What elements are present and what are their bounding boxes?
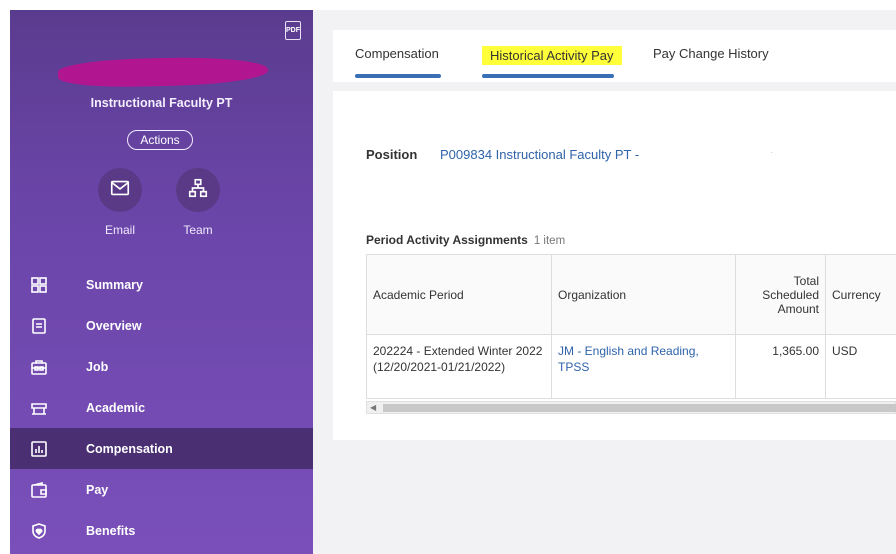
sidebar-item-overview[interactable]: Overview	[10, 305, 313, 346]
cell-organization-link[interactable]: JM - English and Reading, TPSS	[551, 334, 736, 399]
assignments-table-wrap: Academic Period Organization Total Sched…	[366, 254, 896, 414]
section-title: Period Activity Assignments 1 item	[366, 233, 565, 247]
actions-button[interactable]: Actions	[127, 130, 193, 150]
sidebar-item-label: Benefits	[86, 523, 136, 538]
sidebar-nav: Summary Overview Job Academic Compensati…	[10, 264, 313, 551]
table-header-row: Academic Period Organization Total Sched…	[366, 254, 896, 335]
scroll-left-arrow-icon[interactable]: ◀	[370, 403, 376, 412]
cell-currency: USD	[825, 334, 896, 399]
app-frame: PDF Instructional Faculty PT Actions Ema…	[10, 10, 896, 554]
assignments-table: Academic Period Organization Total Sched…	[366, 254, 896, 399]
sidebar-item-academic[interactable]: Academic	[10, 387, 313, 428]
sidebar-item-label: Job	[86, 359, 109, 374]
sidebar-item-label: Pay	[86, 482, 109, 497]
column-header[interactable]: Total Scheduled Amount	[735, 254, 826, 335]
position-link[interactable]: P009834 Instructional Faculty PT -	[440, 147, 639, 162]
horizontal-scrollbar[interactable]: ◀	[366, 401, 896, 414]
org-chart-icon	[187, 177, 209, 204]
table-row: 202224 - Extended Winter 2022 (12/20/202…	[366, 334, 896, 399]
team-label: Team	[183, 223, 213, 237]
sidebar-item-benefits[interactable]: Benefits	[10, 510, 313, 551]
tab-bar: Compensation Historical Activity Pay Pay…	[333, 30, 896, 82]
redacted-name	[57, 55, 269, 89]
sidebar-item-label: Compensation	[86, 441, 173, 456]
cell-amount: 1,365.00	[735, 334, 826, 399]
email-button[interactable]	[98, 168, 142, 212]
sidebar-item-compensation[interactable]: Compensation	[10, 428, 313, 469]
sidebar-item-pay[interactable]: Pay	[10, 469, 313, 510]
shield-heart-icon	[28, 520, 50, 542]
pdf-icon[interactable]: PDF	[285, 21, 301, 40]
grid-icon	[28, 274, 50, 296]
briefcase-icon	[28, 356, 50, 378]
main-content: Compensation Historical Activity Pay Pay…	[313, 10, 896, 554]
scroll-thumb[interactable]	[383, 404, 896, 412]
position-label: Position	[366, 147, 418, 162]
wallet-icon	[28, 479, 50, 501]
team-button[interactable]	[176, 168, 220, 212]
faint-mark: ·	[770, 147, 774, 158]
tab-underline	[355, 74, 441, 78]
activity-pay-card: Position P009834 Instructional Faculty P…	[333, 91, 896, 440]
email-label: Email	[104, 223, 135, 237]
envelope-icon	[109, 177, 131, 204]
sidebar-item-job[interactable]: Job	[10, 346, 313, 387]
cell-academic-period: 202224 - Extended Winter 2022 (12/20/202…	[366, 334, 552, 399]
tab-underline	[482, 74, 614, 78]
document-icon	[28, 315, 50, 337]
worker-sidebar: PDF Instructional Faculty PT Actions Ema…	[10, 10, 313, 554]
tab-compensation[interactable]: Compensation	[355, 46, 439, 61]
column-header[interactable]: Academic Period	[366, 254, 552, 335]
tab-historical-activity-pay[interactable]: Historical Activity Pay	[482, 46, 622, 65]
worker-role: Instructional Faculty PT	[90, 96, 233, 110]
item-count: 1 item	[533, 235, 566, 247]
sidebar-item-label: Overview	[86, 318, 142, 333]
column-header[interactable]: Currency	[825, 254, 896, 335]
sidebar-item-label: Summary	[86, 277, 143, 292]
sidebar-item-label: Academic	[86, 400, 146, 415]
section-title-text: Period Activity Assignments	[366, 233, 528, 247]
sidebar-item-summary[interactable]: Summary	[10, 264, 313, 305]
academic-icon	[28, 397, 50, 419]
tab-pay-change-history[interactable]: Pay Change History	[653, 46, 769, 61]
chart-icon	[28, 438, 50, 460]
column-header[interactable]: Organization	[551, 254, 736, 335]
